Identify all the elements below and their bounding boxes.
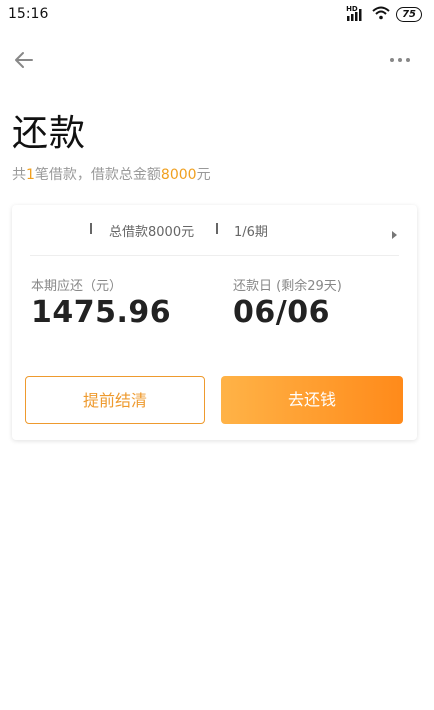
due-amount-label: 本期应还（元） [31,279,123,294]
divider [30,255,399,256]
summary-suffix: 元 [196,167,211,183]
loan-total-amount: 8000 [160,167,197,183]
signal-icon: HD [346,5,366,22]
loan-summary: 共1笔借款，借款总金额8000元 [12,164,211,184]
period-label: 1/6期 [234,225,268,240]
arrow-left-icon[interactable] [12,48,36,72]
summary-prefix: 共 [12,167,26,183]
separator [90,223,92,234]
wifi-icon [372,5,390,24]
page-title: 还款 [12,113,87,154]
due-date-label: 还款日 (剩余29天) [233,279,342,294]
loan-card-header[interactable]: 总借款8000元 1/6期 [12,205,417,255]
more-dots-icon[interactable] [388,48,412,72]
repay-button[interactable]: 去还钱 [221,376,403,424]
summary-middle: 笔借款，借款总金额 [34,167,161,183]
battery-icon: 75 [396,7,422,22]
total-loan-label: 总借款8000元 [109,225,195,240]
status-time: 15:16 [8,6,49,22]
chevron-right-icon [392,225,398,239]
loan-card: 总借款8000元 1/6期 本期应还（元） 1475.96 还款日 (剩余29天… [12,205,417,440]
status-icons: HD 75 [346,5,422,24]
due-amount: 1475.96 [31,295,172,330]
loan-count: 1 [26,167,35,183]
due-date: 06/06 [233,295,330,330]
prepay-button[interactable]: 提前结清 [25,376,205,424]
status-bar: 15:16 HD 75 [0,0,434,30]
top-nav-bar [0,40,434,80]
separator [216,223,218,234]
